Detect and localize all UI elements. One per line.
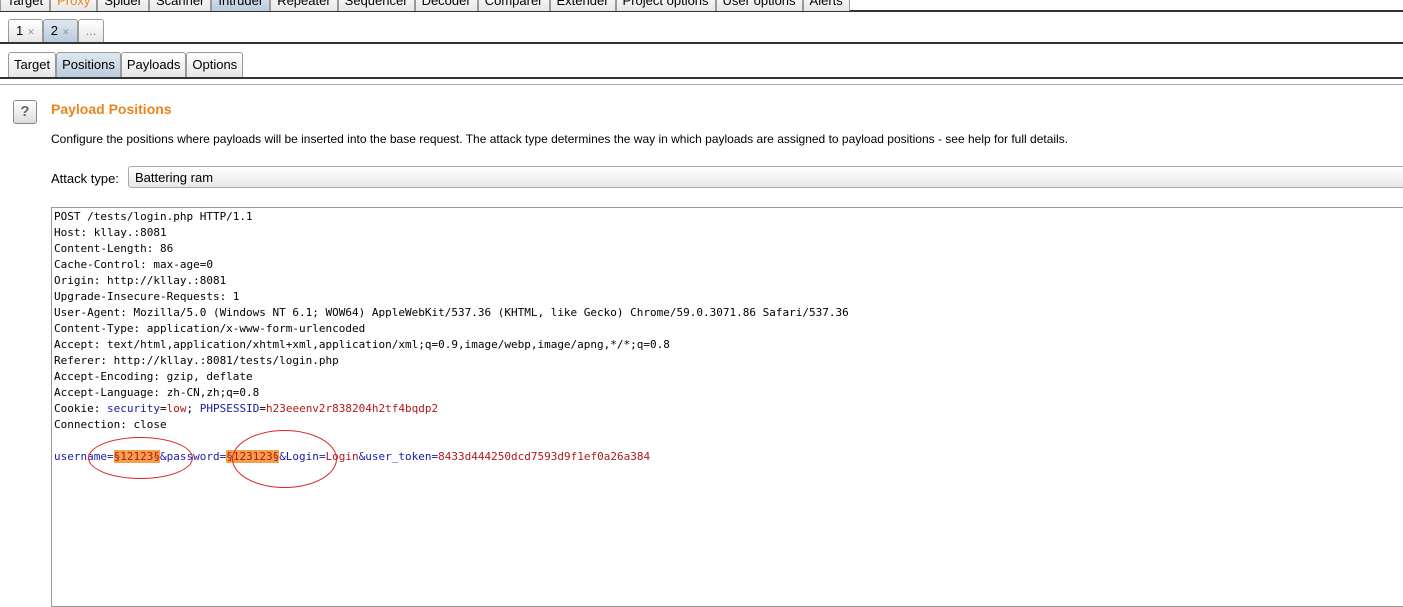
tab-label: ... [85,23,97,38]
header-line: Connection: close [54,418,167,431]
tab-spider[interactable]: Spider [97,0,149,11]
tab-proxy[interactable]: Proxy [50,0,98,11]
tab-extender[interactable]: Extender [549,0,616,11]
tab-comparer[interactable]: Comparer [477,0,550,11]
tab-intruder[interactable]: Intruder [211,0,271,11]
attack-tab-1[interactable]: 1 ✕ [8,19,43,42]
header-line: POST /tests/login.php HTTP/1.1 [54,210,253,223]
section-title: Payload Positions [51,101,172,117]
attack-type-select[interactable]: Battering ram [128,166,1403,188]
main-tab-bar: Target Proxy Spider Scanner Intruder Repeater… [0,0,1403,12]
header-line: User-Agent: Mozilla/5.0 (Windows NT 6.1;… [54,306,849,319]
tab-project-options[interactable]: Project options [615,0,716,11]
cookie-label: Cookie: [54,402,107,415]
annotation-circle [88,437,193,479]
header-line: Origin: http://kllay.:8081 [54,274,227,287]
tab-positions[interactable]: Positions [56,52,121,77]
cookie-value: low [166,402,187,415]
request-editor[interactable]: POST /tests/login.php HTTP/1.1 Host: klla… [51,207,1403,607]
header-line: Content-Length: 86 [54,242,174,255]
cookie-value: h23eeenv2r838204h2tf4bqdp2 [265,402,439,415]
header-line: Cache-Control: max-age=0 [54,258,213,271]
tab-options[interactable]: Options [186,52,244,77]
annotation-circle [232,430,337,488]
tab-user-options[interactable]: User options [715,0,803,11]
tab-decoder[interactable]: Decoder [414,0,478,11]
header-line: Upgrade-Insecure-Requests: 1 [54,290,240,303]
param-name: &user_token [358,450,432,463]
section-description: Configure the positions where payloads w… [51,132,1069,146]
tab-target[interactable]: Target [8,52,57,77]
tab-label: 1 [16,23,24,38]
attack-tab-2[interactable]: 2 ✕ [42,19,78,42]
tab-alerts[interactable]: Alerts [802,0,850,11]
header-line: Accept: text/html,application/xhtml+xml,… [54,338,670,351]
header-line: Content-Type: application/x-www-form-url… [54,322,366,335]
header-line: Accept-Language: zh-CN,zh;q=0.8 [54,386,260,399]
tab-sequencer[interactable]: Sequencer [337,0,415,11]
tab-label: 2 [50,23,59,38]
positions-panel: ? Payload Positions Configure the positi… [0,84,1403,607]
tab-target[interactable]: Target [0,0,51,11]
sub-tab-bar: Target Positions Payloads Options [0,52,1403,79]
header-line: Accept-Encoding: gzip, deflate [54,370,253,383]
cookie-name: PHPSESSID [199,402,260,415]
cookie-line: Cookie: security=low; PHPSESSID=h23eeenv… [54,402,439,415]
help-icon[interactable]: ? [13,100,37,124]
sep: ; [186,402,200,415]
attack-type-label: Attack type: [51,171,119,186]
close-icon[interactable]: ✕ [27,27,35,37]
param-value: 8433d444250dcd7593d9f1ef0a26a384 [438,450,651,463]
close-icon[interactable]: ✕ [62,27,70,37]
header-line: Referer: http://kllay.:8081/tests/login.… [54,354,339,367]
cookie-name: security [106,402,160,415]
tab-payloads[interactable]: Payloads [120,52,187,77]
new-tab-button[interactable]: ... [77,19,105,42]
tab-repeater[interactable]: Repeater [270,0,338,11]
attack-tab-bar: 1 ✕ 2 ✕ ... [0,19,1403,44]
tab-scanner[interactable]: Scanner [148,0,212,11]
header-line: Host: kllay.:8081 [54,226,167,239]
